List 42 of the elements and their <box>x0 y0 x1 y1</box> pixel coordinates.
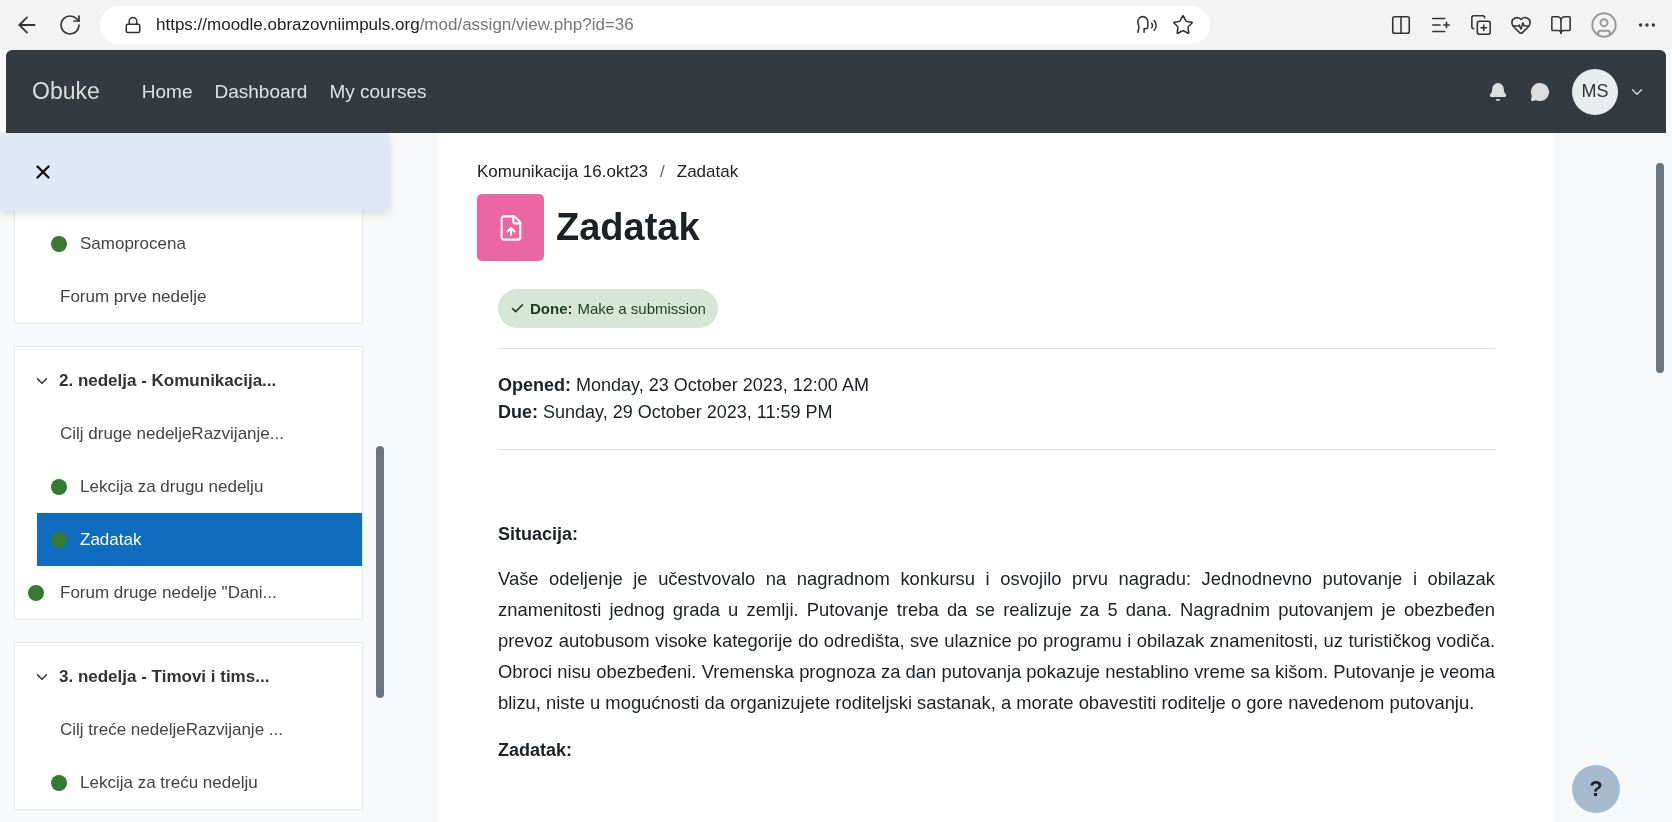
section-heading: Situacija: <box>497 524 580 545</box>
section-title[interactable]: 3. nedelja - Timovi i tims... <box>15 651 362 703</box>
section-title[interactable]: 2. nedelja - Komunikacija... <box>15 355 362 407</box>
breadcrumb-separator: / <box>660 162 665 182</box>
course-item[interactable]: Zadatak <box>37 513 362 566</box>
breadcrumb-link[interactable]: Komunikacija 16.okt23 <box>477 162 649 182</box>
url-text: https://moodle.obrazovniimpuls.org/mod/assign/view.php?id=36 <box>156 15 634 35</box>
book-icon[interactable] <box>1550 14 1572 36</box>
user-avatar[interactable]: MS <box>1572 68 1618 115</box>
course-item[interactable]: Lekcija za drugu nedelju <box>37 460 362 513</box>
completion-badge: Done: Make a submission <box>498 289 718 328</box>
date-text: Opened: Monday, 23 October 2023, 12:00 AM <box>498 375 870 396</box>
site-brand[interactable]: Obuke <box>32 78 100 105</box>
address-bar[interactable]: https://moodle.obrazovniimpuls.org/mod/assign/view.php?id=36 <box>100 6 1210 44</box>
nav-link[interactable]: Home <box>141 80 193 103</box>
bell-icon[interactable] <box>1488 81 1508 102</box>
lock-icon <box>124 16 142 34</box>
scrollbar-thumb[interactable] <box>376 446 384 698</box>
star-icon[interactable] <box>1172 14 1194 36</box>
read-aloud-icon[interactable] <box>1136 14 1158 36</box>
course-item[interactable]: Cilj treće nedeljeRazvijanje ... <box>15 703 362 756</box>
breadcrumb-link[interactable]: Zadatak <box>676 162 739 182</box>
course-item[interactable]: Forum prve nedelje <box>15 270 362 323</box>
file-upload-icon <box>477 194 544 261</box>
page-title: Zadatak <box>556 206 700 249</box>
scrollbar-thumb[interactable] <box>1656 163 1664 373</box>
date-text: Due: Sunday, 29 October 2023, 11:59 PM <box>498 402 834 423</box>
collections-icon[interactable] <box>1470 14 1492 36</box>
section-heading: Zadatak: <box>497 740 574 761</box>
split-screen-icon[interactable] <box>1390 14 1412 36</box>
course-item[interactable]: Samoprocena <box>37 217 362 270</box>
nav-link[interactable]: My courses <box>329 80 427 103</box>
course-item[interactable]: Forum druge nedelje "Dani... <box>15 566 362 619</box>
paragraph: Vaše odeljenje je učestvovalo na nagradnom konkursu i osvojilo prvu nagradu: Jednodnevno putovanje i obilazak znamenitosti jednog grada u zemlji. Putovanje treba da se realizuje za 5 dana. Nagradnim putovanjem je obezbeđen prevoz autobusom visoke kategorije do odredišta, sve ulaznice po programu i obilazak znamenitosti, uz turističkog vodiča. Obroci nisu obezbeđeni. Vremenska prognoza za dan putovanja pokazuje nestablino vreme sa kišom. Putovanje je veoma blizu, niste u mogućnosti da organizujete roditeljski sastanak, a morate obavestiti roditelje o gore navedenom putovanju. <box>497 567 1495 715</box>
profile-icon[interactable] <box>1590 11 1618 39</box>
course-item[interactable]: Cilj druge nedeljeRazvijanje... <box>15 407 362 460</box>
refresh-icon[interactable] <box>58 13 82 37</box>
nav-link[interactable]: Dashboard <box>214 80 308 103</box>
help-button[interactable]: ? <box>1572 765 1620 813</box>
chat-icon[interactable] <box>1530 81 1550 102</box>
heart-pulse-icon[interactable] <box>1510 14 1532 36</box>
course-item[interactable]: Lekcija za treću nedelju <box>37 756 362 809</box>
